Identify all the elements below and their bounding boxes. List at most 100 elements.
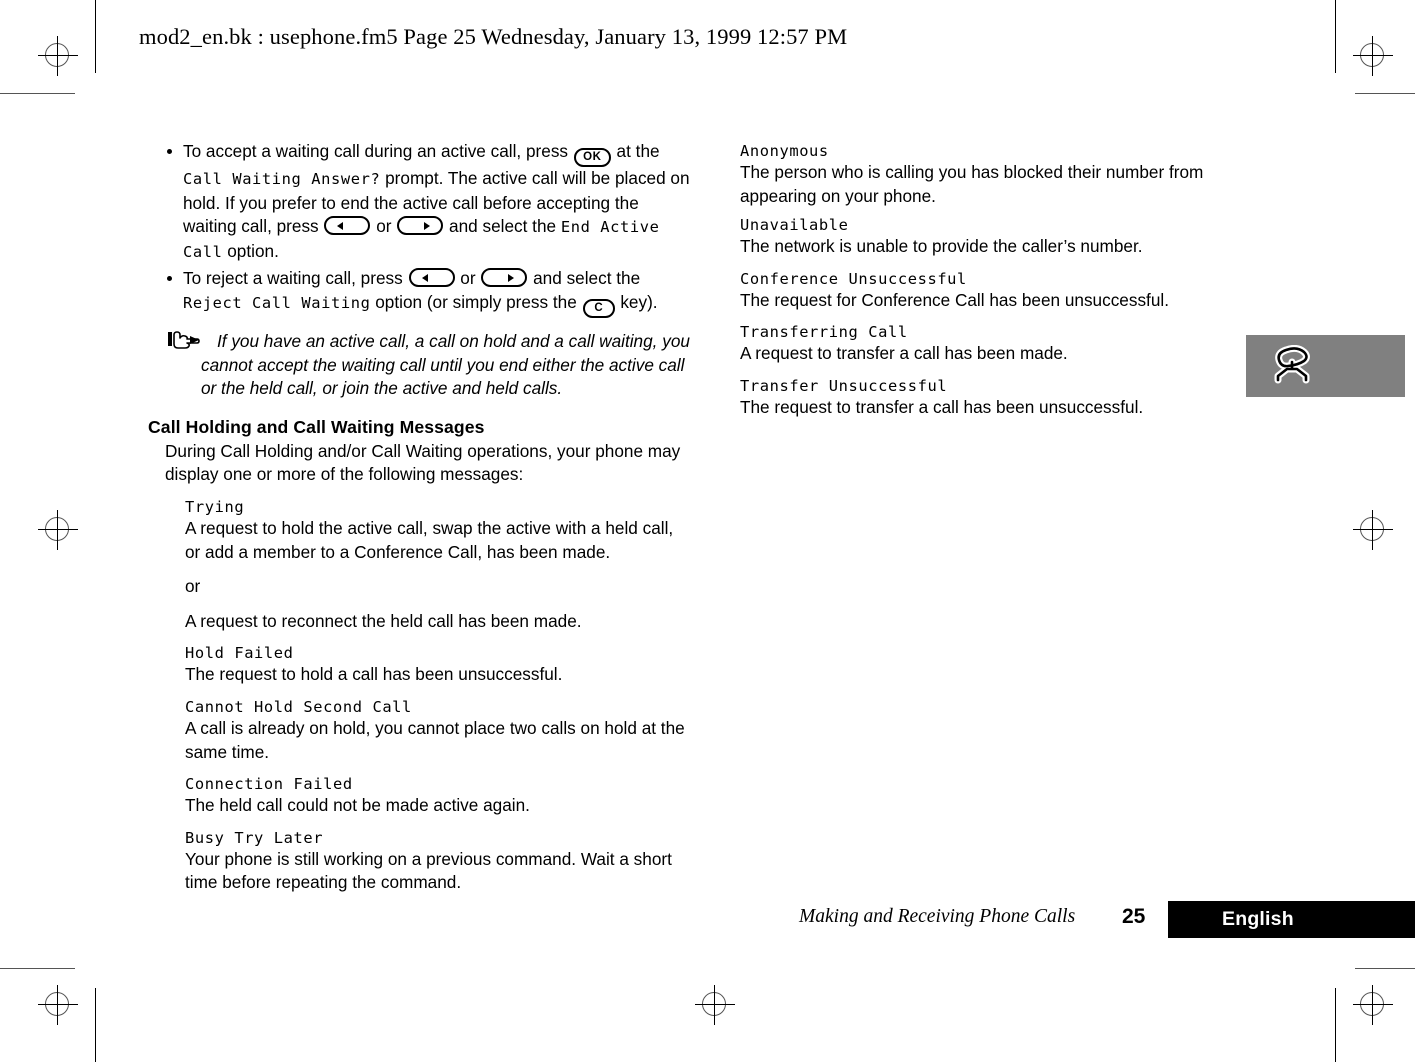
bullet-accept-waiting-call: To accept a waiting call during an activ… [148, 140, 693, 264]
reg-horizontal [1353, 55, 1393, 56]
crop-mark-bottom-right [1355, 968, 1415, 969]
registration-mark-mid-left [38, 510, 78, 550]
message-description: The request to transfer a call has been … [740, 396, 1144, 417]
message-description-alt: A request to reconnect the held call has… [185, 610, 582, 631]
message-title: Cannot Hold Second Call [185, 697, 412, 716]
registration-mark-top-left [38, 36, 78, 76]
message-title: Trying [185, 497, 245, 516]
message-title: Anonymous [740, 142, 829, 160]
reg-vertical [57, 510, 58, 550]
message-block-cannot-hold-second-call: Cannot Hold Second Call A call is alread… [148, 698, 693, 764]
bullet2-text-5: key). [615, 291, 658, 312]
footer-page-number: 25 [1122, 905, 1146, 928]
reg-horizontal [38, 1004, 78, 1005]
bullet-dot-icon [167, 276, 172, 282]
crop-mark-top-right [1355, 93, 1415, 94]
reg-vertical [57, 36, 58, 76]
right-arrow-key-icon [481, 268, 528, 288]
reg-horizontal [38, 529, 78, 530]
registration-mark-bottom-left [38, 985, 78, 1025]
reg-horizontal [1353, 529, 1393, 530]
message-description: The held call could not be made active a… [185, 795, 530, 816]
message-block-busy-try-later: Busy Try Later Your phone is still worki… [148, 829, 693, 895]
bullet1-text-1: To accept a waiting call during an activ… [183, 141, 573, 161]
right-triangle-icon [508, 274, 515, 283]
message-title: Transfer Unsuccessful [740, 376, 948, 395]
message-block-conference-unsuccessful: Conference Unsuccessful The request for … [740, 270, 1260, 313]
registration-mark-bottom-center [695, 985, 735, 1025]
bullet1-text-5: and select the [444, 216, 561, 237]
message-or-label: or [185, 576, 201, 597]
message-block-transferring-call: Transferring Call A request to transfer … [740, 323, 1260, 366]
message-title: Unavailable [740, 216, 849, 235]
message-description: The request to hold a call has been unsu… [185, 664, 563, 685]
page-edge-bottom-right [1335, 988, 1336, 1062]
message-description: The request for Conference Call has been… [740, 289, 1169, 310]
section-heading: Call Holding and Call Waiting Messages [148, 416, 485, 437]
left-arrow-key-icon [324, 216, 371, 236]
reg-horizontal [38, 55, 78, 56]
reg-horizontal [1353, 1004, 1393, 1005]
message-title: Conference Unsuccessful [740, 269, 967, 288]
crop-mark-top-left [0, 93, 75, 94]
message-block-trying: Trying A request to hold the active call… [148, 498, 693, 633]
bullet2-text-3: and select the [528, 268, 641, 289]
message-title: Hold Failed [185, 644, 294, 663]
left-column: To accept a waiting call during an activ… [148, 140, 693, 895]
display-text-call-waiting-answer: Call Waiting Answer? [183, 170, 381, 188]
left-triangle-icon [421, 274, 428, 283]
page-edge-top-right [1335, 0, 1336, 73]
reg-vertical [57, 985, 58, 1025]
bullet1-text-2: at the [611, 141, 660, 161]
bullet1-text-6: option. [222, 240, 279, 261]
message-block-connection-failed: Connection Failed The held call could no… [148, 775, 693, 818]
registration-mark-bottom-right [1353, 985, 1393, 1025]
clear-key-icon: C [582, 298, 615, 318]
message-block-hold-failed: Hold Failed The request to hold a call h… [148, 644, 693, 687]
message-title: Busy Try Later [185, 828, 324, 847]
message-description: The network is unable to provide the cal… [740, 236, 1143, 257]
message-block-transfer-unsuccessful: Transfer Unsuccessful The request to tra… [740, 377, 1260, 420]
bullet-dot-icon [167, 149, 172, 154]
message-description: A call is already on hold, you cannot pl… [185, 717, 685, 762]
registration-mark-mid-right [1353, 510, 1393, 550]
message-description: A request to transfer a call has been ma… [740, 343, 1068, 364]
note-text: If you have an active call, a call on ho… [201, 330, 690, 399]
reg-vertical [714, 985, 715, 1025]
footer-running-head: Making and Receiving Phone Calls [799, 906, 1076, 927]
footer-language-label: English [1222, 908, 1294, 930]
footer-language-bar: English [1168, 901, 1415, 938]
instruction-bullet-list: To accept a waiting call during an activ… [148, 140, 693, 318]
chapter-thumb-tab [1246, 335, 1405, 397]
bullet-reject-waiting-call: To reject a waiting call, press or and s… [148, 267, 693, 318]
display-text-reject-call-waiting: Reject Call Waiting [183, 293, 371, 312]
page-edge-bottom-left [95, 988, 96, 1062]
bullet2-text-2: or [455, 268, 481, 289]
bullet2-text-4: option (or simply press the [370, 291, 582, 312]
file-header-line: mod2_en.bk : usephone.fm5 Page 25 Wednes… [139, 24, 848, 49]
reg-horizontal [695, 1004, 735, 1005]
reg-vertical [1372, 510, 1373, 550]
crop-mark-bottom-left [0, 968, 75, 969]
left-arrow-key-icon [408, 268, 455, 288]
message-description: Your phone is still working on a previou… [185, 848, 672, 893]
pointing-hand-icon [168, 331, 202, 350]
message-block-unavailable: Unavailable The network is unable to pro… [740, 216, 1260, 259]
message-description: The person who is calling you has blocke… [740, 162, 1204, 206]
message-description: A request to hold the active call, swap … [185, 517, 674, 562]
reg-vertical [1372, 36, 1373, 76]
message-block-anonymous: Anonymous The person who is calling you … [740, 142, 1260, 208]
right-arrow-key-icon [397, 216, 444, 236]
reg-vertical [1372, 985, 1373, 1025]
note-callout: If you have an active call, a call on ho… [148, 330, 693, 401]
page-edge-top-left [95, 0, 96, 73]
bullet2-text-1: To reject a waiting call, press [183, 268, 408, 289]
ok-key-icon: OK [573, 148, 611, 167]
section-intro-paragraph: During Call Holding and/or Call Waiting … [165, 440, 681, 485]
message-title: Transferring Call [740, 323, 908, 342]
message-title: Connection Failed [185, 775, 353, 794]
registration-mark-top-right [1353, 36, 1393, 76]
right-triangle-icon [424, 222, 431, 231]
right-column: Anonymous The person who is calling you … [740, 142, 1260, 420]
left-triangle-icon [337, 222, 344, 231]
